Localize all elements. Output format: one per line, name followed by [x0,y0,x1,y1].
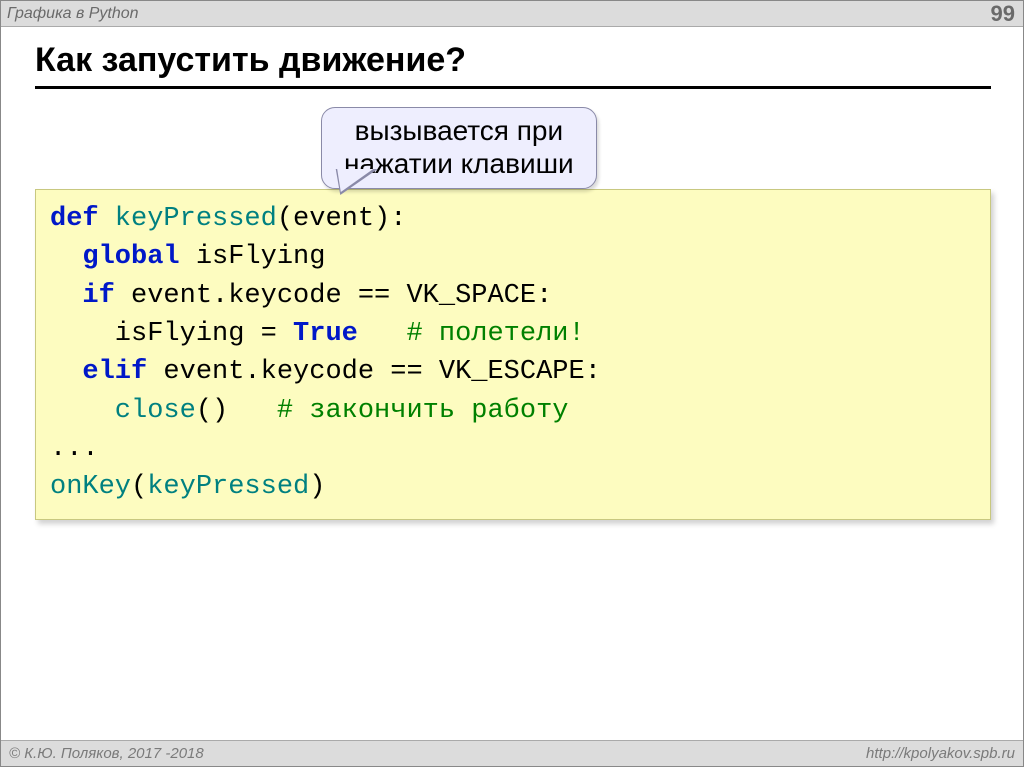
code-text: event.keycode == VK_SPACE: [115,281,552,311]
code-text: () [196,396,277,426]
code-text: event.keycode == VK_ESCAPE: [147,357,601,387]
callout-line-1: вызывается при [344,114,574,147]
footer-url: http://kpolyakov.spb.ru [866,745,1015,762]
code-text: (event): [277,204,407,234]
slide-title: Как запустить движение? [35,41,991,89]
code-kw-global: global [50,242,180,272]
code-text: isFlying [180,242,326,272]
content-area: Как запустить движение? вызывается при н… [1,27,1023,520]
code-text [358,319,407,349]
footer-bar: © К.Ю. Поляков, 2017 -2018 http://kpolya… [1,740,1023,766]
slide: Графика в Python 99 Как запустить движен… [0,0,1024,767]
code-block: def keyPressed(event): global isFlying i… [35,189,991,520]
code-val-true: True [293,319,358,349]
code-text: isFlying = [50,319,293,349]
code-text: ( [131,472,147,502]
footer-copyright: © К.Ю. Поляков, 2017 -2018 [9,745,204,762]
code-text: ... [50,434,99,464]
code-fn-arg: keyPressed [147,472,309,502]
code-kw-if: if [50,281,115,311]
callout-line-2: нажатии клавиши [344,147,574,180]
code-text: ) [309,472,325,502]
header-bar: Графика в Python 99 [1,1,1023,27]
code-comment: # полетели! [406,319,584,349]
code-fn-name: keyPressed [99,204,277,234]
code-comment: # закончить работу [277,396,569,426]
code-fn-onkey: onKey [50,472,131,502]
code-kw-def: def [50,204,99,234]
page-number: 99 [991,1,1015,27]
callout-container: вызывается при нажатии клавиши [35,107,991,189]
code-kw-elif: elif [50,357,147,387]
header-title: Графика в Python [7,5,139,23]
code-fn-close: close [50,396,196,426]
